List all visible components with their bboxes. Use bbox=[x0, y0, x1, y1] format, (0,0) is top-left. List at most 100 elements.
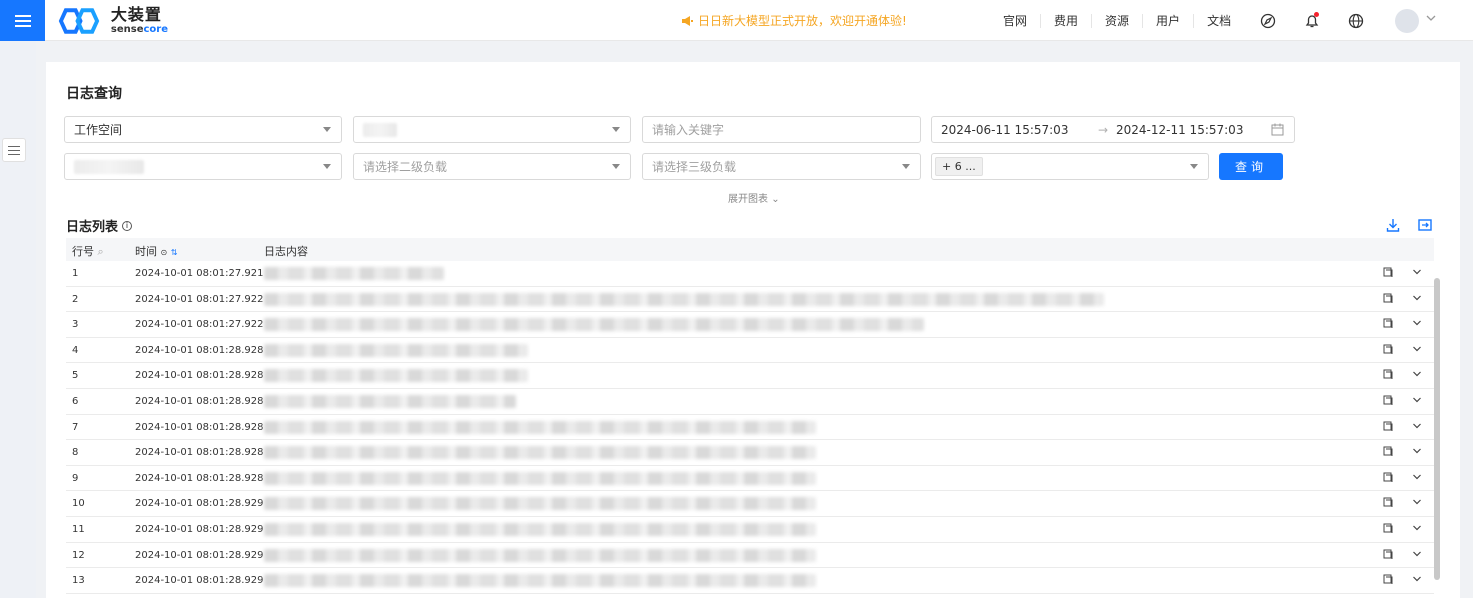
caret-down-icon bbox=[1190, 164, 1198, 169]
top-nav: 官网 费用 资源 用户 文档 bbox=[990, 0, 1244, 41]
table-row[interactable]: 2 2024-10-01 08:01:27.922 bbox=[66, 287, 1434, 313]
table-row[interactable]: 12 2024-10-01 08:01:28.929 bbox=[66, 543, 1434, 569]
table-row[interactable]: 8 2024-10-01 08:01:28.928 bbox=[66, 440, 1434, 466]
copy-icon[interactable] bbox=[1383, 369, 1394, 380]
expand-row-icon[interactable] bbox=[1412, 498, 1422, 506]
keyword-input[interactable]: 请输入关键字 bbox=[642, 116, 921, 143]
date-range-picker[interactable]: 2024-06-11 15:57:03 → 2024-12-11 15:57:0… bbox=[931, 116, 1295, 143]
more-tag[interactable]: + 6 ... bbox=[935, 157, 983, 176]
column-no: 行号 ⌕ bbox=[72, 245, 104, 258]
copy-icon[interactable] bbox=[1383, 446, 1394, 457]
query-button[interactable]: 查询 bbox=[1219, 153, 1283, 180]
search-icon[interactable]: ⌕ bbox=[98, 245, 104, 258]
expand-row-icon[interactable] bbox=[1412, 345, 1422, 353]
expand-row-icon[interactable] bbox=[1412, 473, 1422, 481]
row-number: 13 bbox=[72, 575, 85, 587]
expand-chart-link[interactable]: 展开图表 ⌄ bbox=[728, 190, 780, 205]
copy-icon[interactable] bbox=[1383, 472, 1394, 483]
avatar[interactable] bbox=[1395, 9, 1419, 33]
row-time: 2024-10-01 08:01:28.929 bbox=[135, 523, 264, 535]
nav-docs[interactable]: 文档 bbox=[1194, 14, 1244, 28]
sidebar-toggle-icon[interactable] bbox=[2, 138, 26, 162]
caret-down-icon bbox=[323, 127, 331, 132]
copy-icon[interactable] bbox=[1383, 549, 1394, 560]
row-content-redacted bbox=[264, 522, 816, 536]
logo[interactable]: 大装置 sensecore bbox=[58, 6, 168, 36]
expand-row-icon[interactable] bbox=[1412, 550, 1422, 558]
column-content: 日志内容 bbox=[264, 245, 308, 258]
download-icon[interactable] bbox=[1385, 217, 1401, 233]
copy-icon[interactable] bbox=[1383, 344, 1394, 355]
globe-icon[interactable] bbox=[1348, 13, 1364, 29]
expand-row-icon[interactable] bbox=[1412, 370, 1422, 378]
row-time: 2024-10-01 08:01:27.922 bbox=[135, 293, 264, 305]
table-row[interactable]: 5 2024-10-01 08:01:28.928 bbox=[66, 363, 1434, 389]
table-row[interactable]: 13 2024-10-01 08:01:28.929 bbox=[66, 568, 1434, 594]
row-content-redacted bbox=[264, 267, 444, 280]
expand-row-icon[interactable] bbox=[1412, 524, 1422, 532]
table-row[interactable]: 4 2024-10-01 08:01:28.928 bbox=[66, 338, 1434, 364]
logo-title: 大装置 bbox=[110, 5, 162, 24]
caret-down-icon bbox=[612, 164, 620, 169]
row-time: 2024-10-01 08:01:28.929 bbox=[135, 575, 264, 587]
row-content-redacted bbox=[264, 497, 816, 511]
expand-row-icon[interactable] bbox=[1412, 396, 1422, 404]
expand-row-icon[interactable] bbox=[1412, 294, 1422, 302]
table-row[interactable]: 10 2024-10-01 08:01:28.929 bbox=[66, 491, 1434, 517]
expand-row-icon[interactable] bbox=[1412, 319, 1422, 327]
announcement[interactable]: 日日新大模型正式开放，欢迎开通体验! bbox=[681, 12, 907, 29]
table-row[interactable]: 7 2024-10-01 08:01:28.928 bbox=[66, 415, 1434, 441]
row-number: 7 bbox=[72, 421, 79, 433]
row-number: 11 bbox=[72, 523, 85, 535]
nav-user[interactable]: 用户 bbox=[1143, 13, 1195, 28]
expand-row-icon[interactable] bbox=[1412, 447, 1422, 455]
export-icon[interactable] bbox=[1417, 217, 1433, 233]
nav-billing[interactable]: 费用 bbox=[1041, 13, 1093, 28]
nav-resources[interactable]: 资源 bbox=[1092, 13, 1144, 28]
sort-icon[interactable]: ⇅ bbox=[171, 248, 178, 257]
chevron-down-icon[interactable] bbox=[1426, 15, 1436, 22]
level3-load-select[interactable]: 请选择三级负载 bbox=[642, 153, 921, 180]
table-row[interactable]: 9 2024-10-01 08:01:28.928 bbox=[66, 466, 1434, 492]
nav-official-site[interactable]: 官网 bbox=[990, 13, 1042, 28]
copy-icon[interactable] bbox=[1383, 395, 1394, 406]
expand-row-icon[interactable] bbox=[1412, 268, 1422, 276]
log-query-panel: 日志查询 工作空间 请输入关键字 2024-06-11 15:57:03 → 2… bbox=[46, 62, 1460, 598]
row-content-redacted bbox=[264, 318, 924, 332]
column-time[interactable]: 时间 ⊙ ⇅ bbox=[135, 243, 177, 259]
logo-subtitle: sensecore bbox=[110, 24, 168, 35]
expand-row-icon[interactable] bbox=[1412, 575, 1422, 583]
row-time: 2024-10-01 08:01:27.921 bbox=[135, 268, 264, 279]
copy-icon[interactable] bbox=[1383, 318, 1394, 329]
row-time: 2024-10-01 08:01:28.928 bbox=[135, 395, 264, 407]
info-icon[interactable]: i bbox=[122, 220, 133, 231]
date-end[interactable]: 2024-12-11 15:57:03 bbox=[1116, 123, 1243, 137]
copy-icon[interactable] bbox=[1383, 267, 1394, 278]
clock-icon: ⊙ bbox=[160, 248, 168, 257]
scrollbar[interactable] bbox=[1434, 278, 1440, 580]
table-row[interactable]: 3 2024-10-01 08:01:27.922 bbox=[66, 312, 1434, 338]
log-list-title: 日志列表 i bbox=[66, 216, 133, 235]
row-number: 2 bbox=[72, 293, 79, 305]
copy-icon[interactable] bbox=[1383, 421, 1394, 432]
table-row[interactable]: 1 2024-10-01 08:01:27.921 bbox=[66, 261, 1434, 287]
announcement-text: 日日新大模型正式开放，欢迎开通体验! bbox=[698, 14, 907, 28]
level2-load-select[interactable]: 请选择二级负载 bbox=[353, 153, 631, 180]
table-row[interactable]: 11 2024-10-01 08:01:28.929 bbox=[66, 517, 1434, 543]
row-number: 9 bbox=[72, 472, 79, 484]
project-select[interactable] bbox=[353, 116, 631, 143]
workspace-select[interactable]: 工作空间 bbox=[64, 116, 342, 143]
level1-load-select[interactable] bbox=[64, 153, 342, 180]
redacted-value bbox=[74, 159, 144, 174]
table-row[interactable]: 6 2024-10-01 08:01:28.928 bbox=[66, 389, 1434, 415]
expand-row-icon[interactable] bbox=[1412, 422, 1422, 430]
multi-select[interactable]: + 6 ... bbox=[931, 153, 1209, 180]
copy-icon[interactable] bbox=[1383, 574, 1394, 585]
compass-icon[interactable] bbox=[1260, 13, 1276, 29]
copy-icon[interactable] bbox=[1383, 293, 1394, 304]
menu-button[interactable] bbox=[0, 0, 45, 41]
row-content-redacted bbox=[264, 292, 1104, 306]
copy-icon[interactable] bbox=[1383, 497, 1394, 508]
copy-icon[interactable] bbox=[1383, 523, 1394, 534]
date-start[interactable]: 2024-06-11 15:57:03 bbox=[941, 123, 1068, 137]
